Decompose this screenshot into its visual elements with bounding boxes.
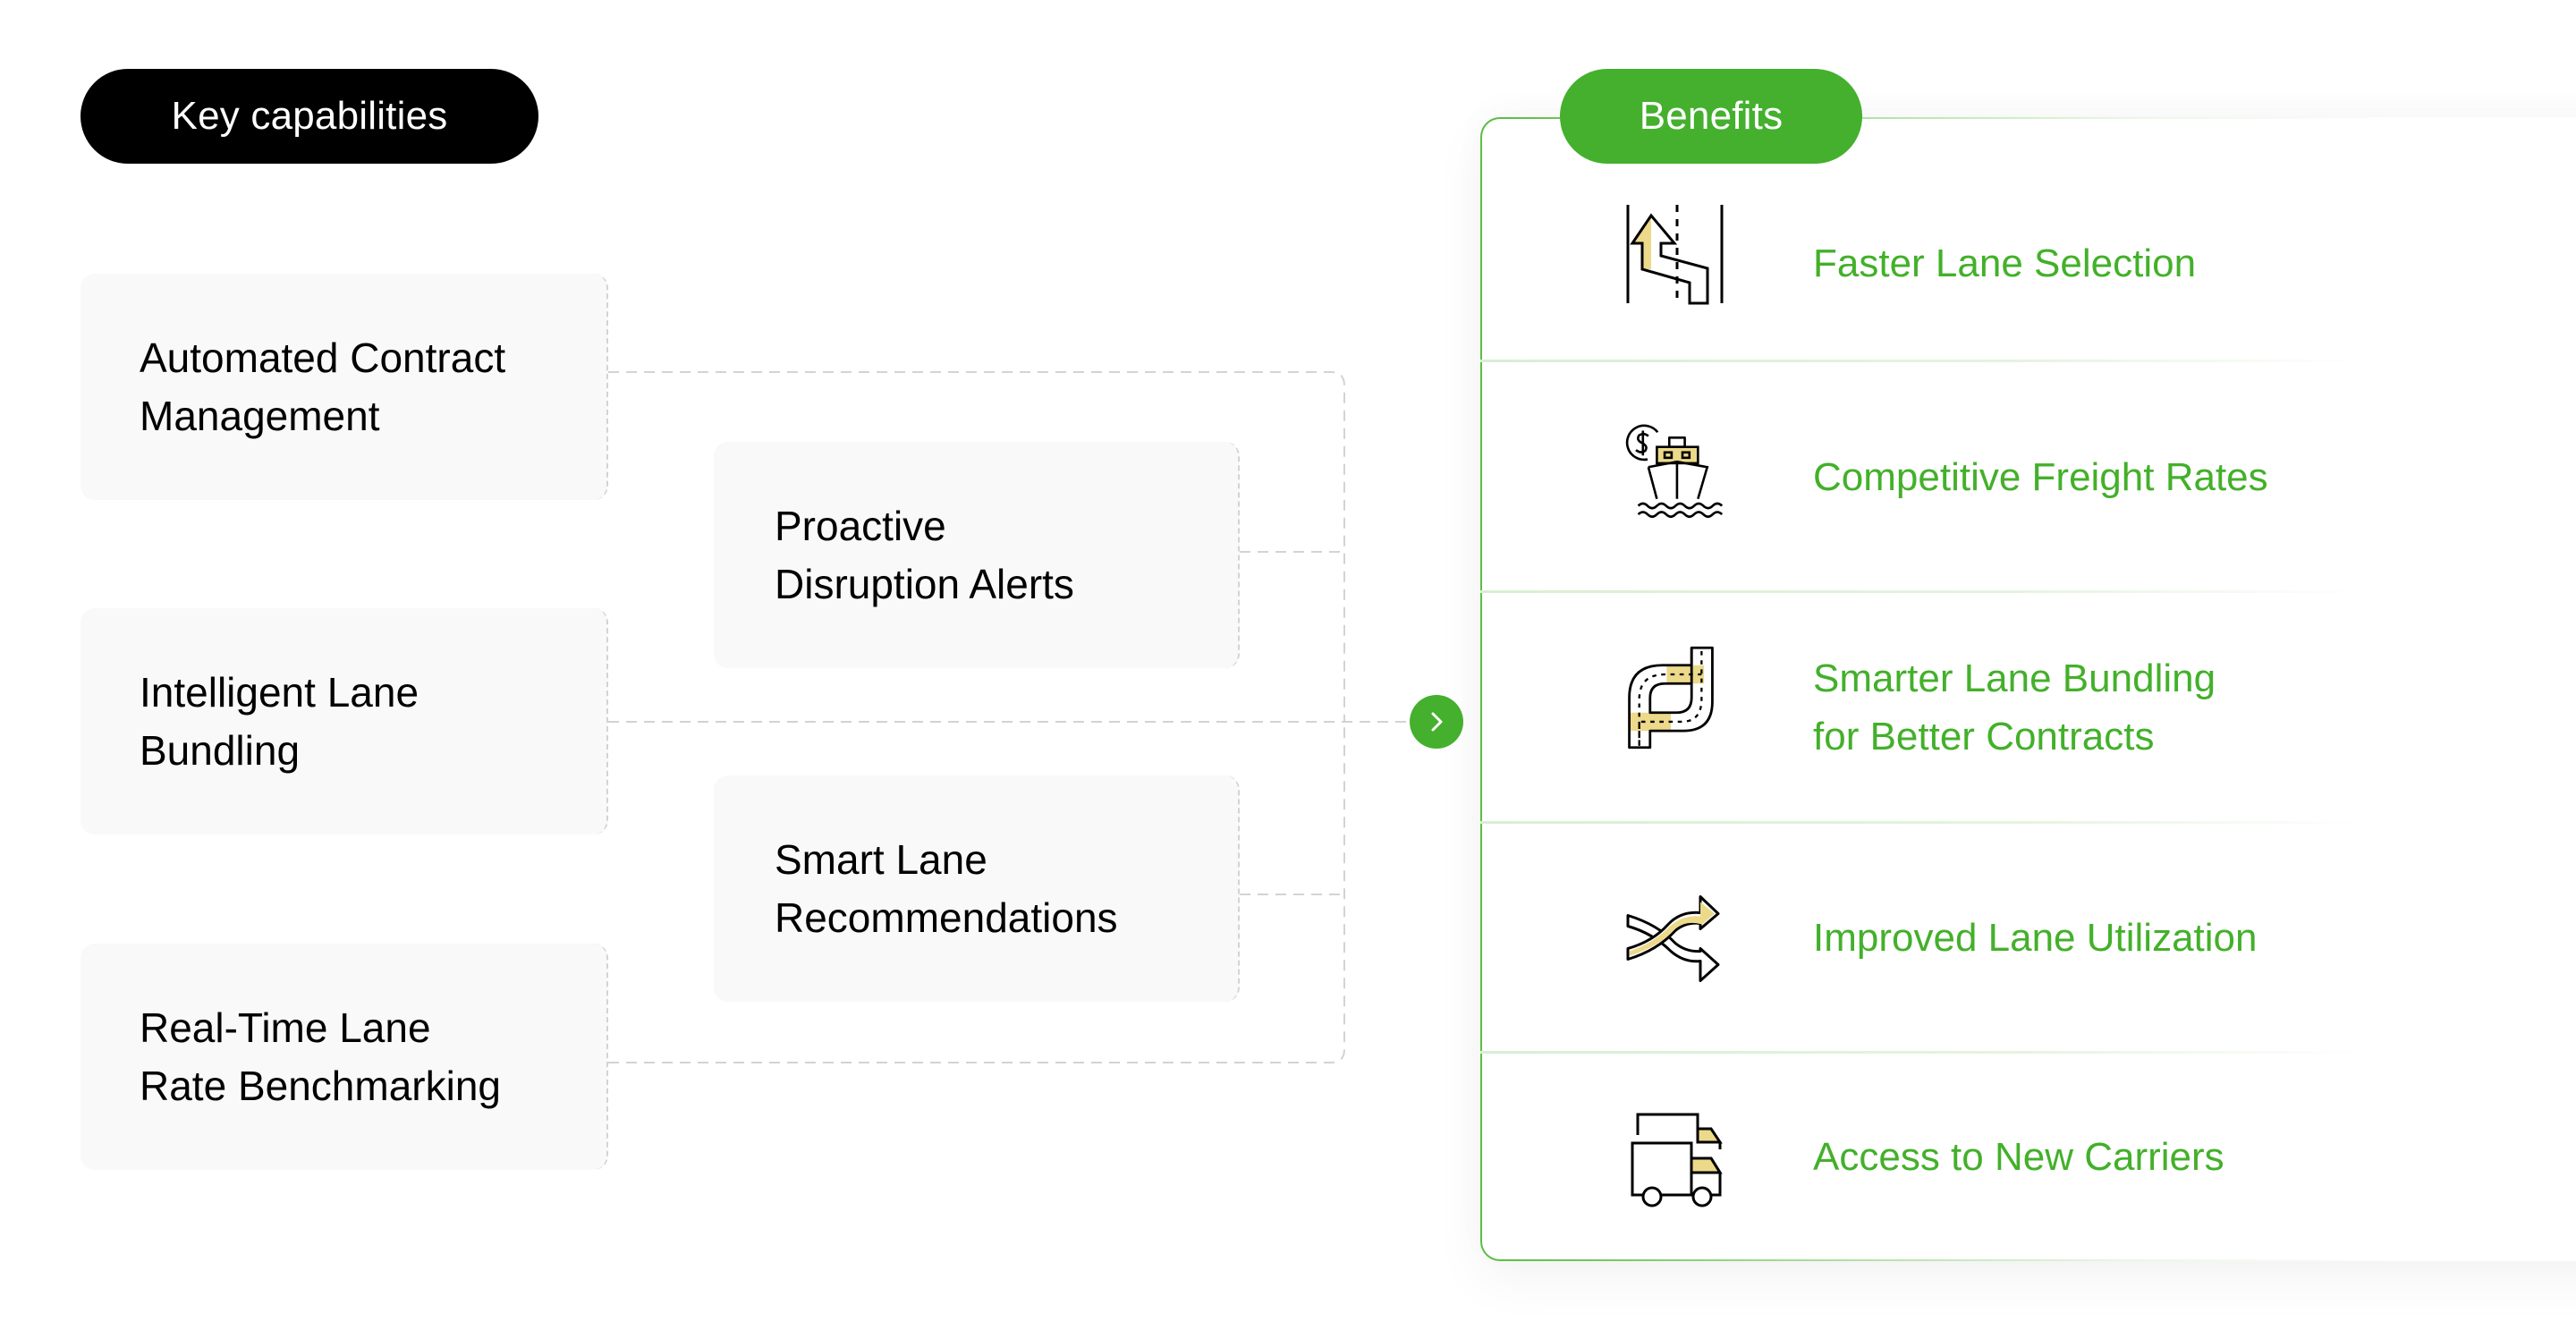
- chevron-connector-button[interactable]: [1410, 695, 1463, 749]
- benefit-item: Competitive Freight Rates: [1480, 361, 2554, 593]
- benefit-label: Faster Lane Selection: [1813, 241, 2197, 285]
- capability-label: Smart Lane Recommendations: [775, 835, 1118, 941]
- capability-card-automated-contract-management: Automated Contract Management: [80, 274, 608, 500]
- benefit-label: Competitive Freight Rates: [1813, 454, 2268, 499]
- benefit-item: Improved Lane Utilization: [1480, 823, 2554, 1054]
- capability-label: Real-Time Lane Rate Benchmarking: [140, 1004, 501, 1109]
- benefit-item: Smarter Lane Bundling for Better Contrac…: [1480, 592, 2554, 824]
- benefit-item: Faster Lane Selection: [1480, 165, 2554, 362]
- shuffle-arrows-icon: [1626, 895, 1720, 982]
- ship-dollar-icon: [1625, 424, 1724, 518]
- capability-label: Automated Contract Management: [140, 334, 506, 439]
- capability-label: Proactive Disruption Alerts: [775, 502, 1074, 607]
- capability-card-real-time-lane-rate-benchmarking: Real-Time Lane Rate Benchmarking: [80, 944, 608, 1170]
- benefits-header: Benefits: [1560, 69, 1862, 164]
- benefit-item: Access to New Carriers: [1480, 1053, 2554, 1261]
- benefits-panel: Faster Lane Selection Competitive Freigh…: [1480, 117, 2576, 1261]
- capability-card-proactive-disruption-alerts: Proactive Disruption Alerts: [714, 442, 1240, 668]
- capability-card-smart-lane-recommendations: Smart Lane Recommendations: [714, 775, 1240, 1002]
- benefit-label: Smarter Lane Bundling for Better Contrac…: [1813, 657, 2216, 758]
- benefit-label: Access to New Carriers: [1813, 1135, 2224, 1179]
- lane-change-arrow-icon: [1626, 205, 1724, 305]
- benefit-label: Improved Lane Utilization: [1813, 916, 2258, 960]
- capability-label: Intelligent Lane Bundling: [140, 668, 419, 774]
- chevron-right-icon: [1431, 712, 1443, 732]
- trucks-icon: [1631, 1113, 1723, 1207]
- benefits-label: Benefits: [1639, 94, 1784, 138]
- capability-card-intelligent-lane-bundling: Intelligent Lane Bundling: [80, 608, 608, 834]
- winding-road-icon: [1628, 646, 1714, 750]
